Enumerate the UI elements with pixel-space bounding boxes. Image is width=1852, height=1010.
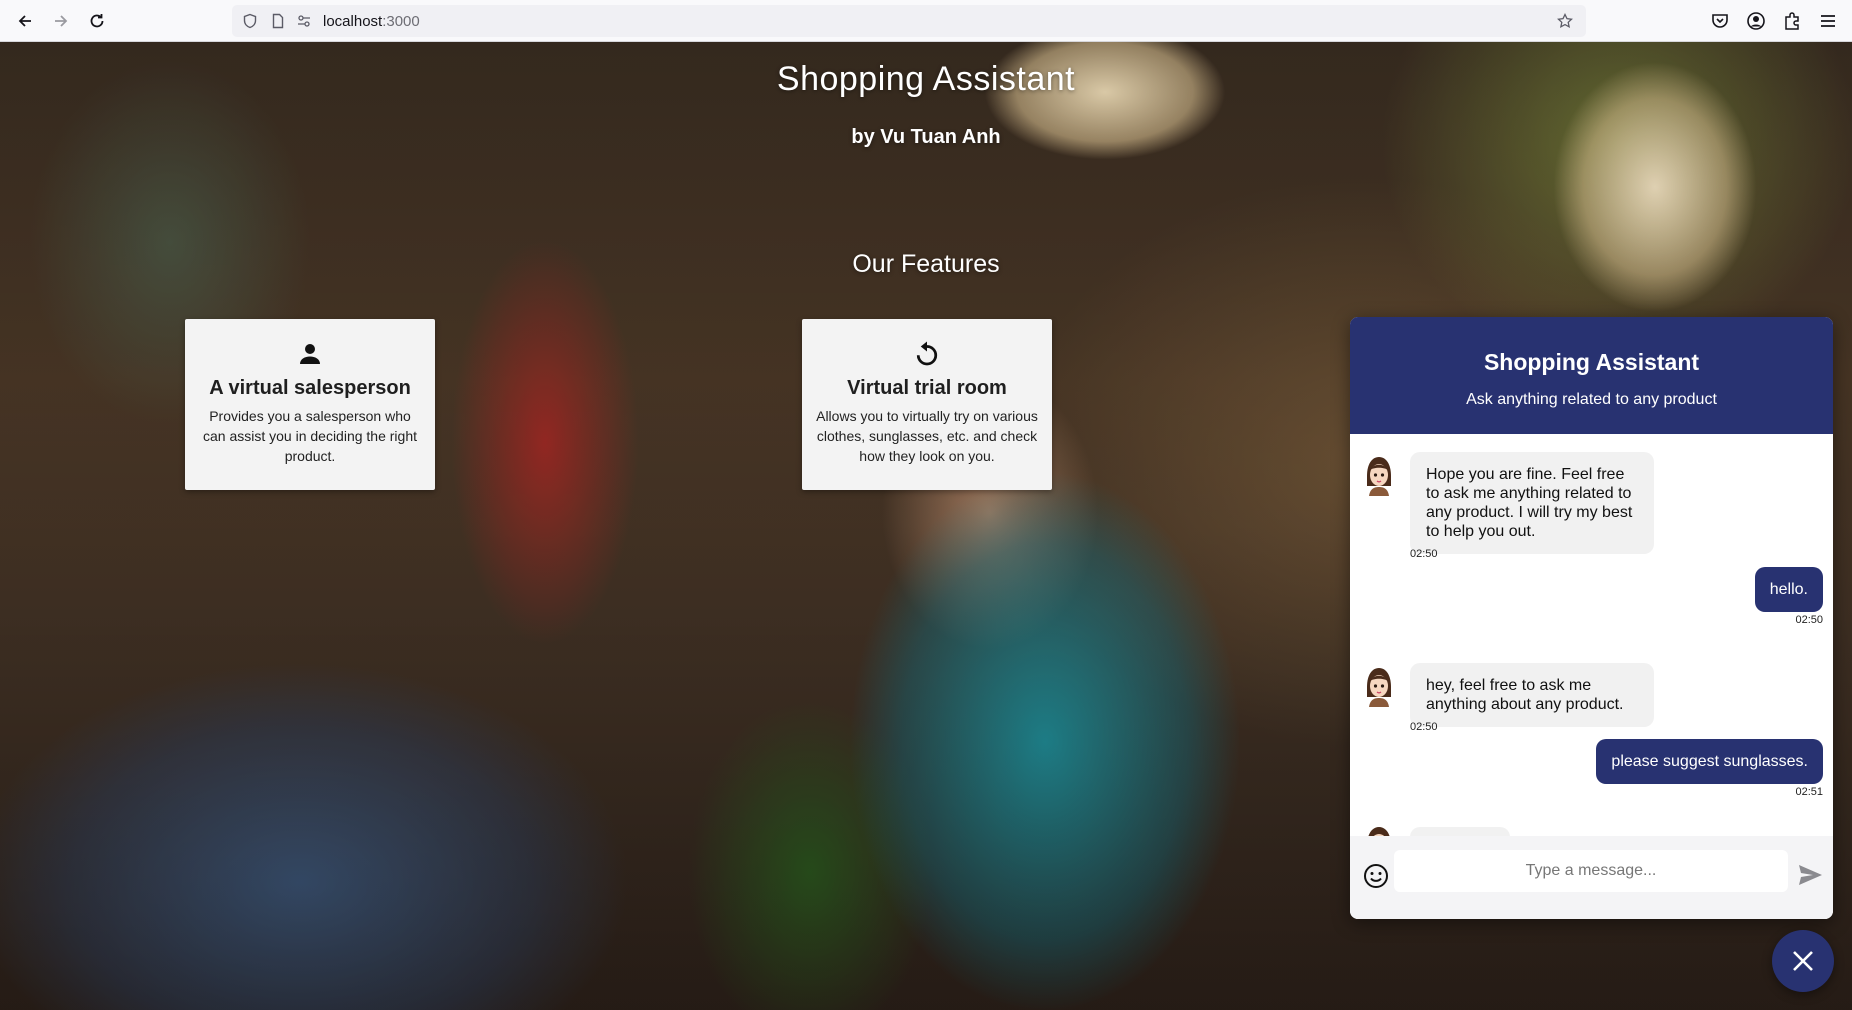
- feature-title: Virtual trial room: [847, 377, 1007, 399]
- user-message: hello.: [1754, 567, 1823, 612]
- chat-subtitle: Ask anything related to any product: [1466, 391, 1717, 408]
- chat-header: Shopping Assistant Ask anything related …: [1350, 317, 1833, 434]
- send-icon[interactable]: [1796, 861, 1824, 889]
- bot-avatar-icon: [1367, 668, 1391, 707]
- bot-avatar-icon: [1368, 827, 1390, 836]
- url-text[interactable]: localhost:3000: [323, 13, 420, 30]
- page-title: Shopping Assistant: [776, 60, 1076, 98]
- shield-icon[interactable]: [242, 13, 258, 29]
- address-bar[interactable]: localhost:3000: [232, 5, 1586, 37]
- feature-card-trial-room: Virtual trial room Allows you to virtual…: [802, 319, 1052, 490]
- person-icon: [300, 344, 320, 364]
- feature-title: A virtual salesperson: [209, 377, 411, 399]
- reload-icon: [90, 14, 104, 28]
- back-arrow-icon: [18, 15, 31, 27]
- forward-arrow-icon: [55, 15, 68, 27]
- browser-toolbar: localhost:3000: [0, 0, 1852, 42]
- extensions-icon[interactable]: [1782, 11, 1802, 31]
- emoji-icon[interactable]: [1362, 862, 1390, 890]
- feature-card-salesperson: A virtual salesperson Provides you a sal…: [185, 319, 435, 490]
- message-time: 02:50: [1410, 721, 1438, 733]
- page-subtitle: by Vu Tuan Anh: [851, 126, 1001, 148]
- menu-icon[interactable]: [1818, 11, 1838, 31]
- close-chat-button[interactable]: [1772, 930, 1834, 992]
- close-icon: [1793, 951, 1813, 971]
- bot-message: hey, feel free to ask me anything about …: [1410, 663, 1654, 727]
- account-icon[interactable]: [1746, 11, 1766, 31]
- forward-button[interactable]: [49, 9, 73, 33]
- rotate-icon: [916, 341, 938, 366]
- reload-button[interactable]: [85, 9, 109, 33]
- url-host: localhost: [323, 13, 383, 30]
- user-message: please suggest sunglasses.: [1596, 739, 1823, 784]
- feature-description: Allows you to virtually try on various c…: [816, 408, 1038, 464]
- feature-description: Provides you a salesperson who can assis…: [202, 408, 417, 464]
- chat-widget: Shopping Assistant Ask anything related …: [1350, 317, 1833, 919]
- page-icon[interactable]: [270, 13, 286, 29]
- permissions-icon[interactable]: [296, 13, 312, 29]
- url-port: :3000: [382, 13, 420, 30]
- message-time: 02:50: [1795, 614, 1823, 626]
- message-time: 02:50: [1410, 548, 1438, 560]
- bot-message: Hope you are fine. Feel free to ask me a…: [1410, 452, 1654, 554]
- bot-message-partial: [1410, 827, 1510, 836]
- back-button[interactable]: [13, 9, 37, 33]
- chat-title: Shopping Assistant: [1483, 349, 1700, 375]
- chat-input-bar: [1350, 836, 1833, 919]
- message-list[interactable]: Hope you are fine. Feel free to ask me a…: [1350, 434, 1833, 836]
- message-time: 02:51: [1795, 786, 1823, 798]
- bookmark-star-icon[interactable]: [1557, 13, 1573, 29]
- bot-avatar-icon: [1367, 457, 1391, 496]
- message-input[interactable]: [1394, 850, 1788, 892]
- features-heading: Our Features: [852, 250, 1000, 278]
- pocket-icon[interactable]: [1710, 11, 1730, 31]
